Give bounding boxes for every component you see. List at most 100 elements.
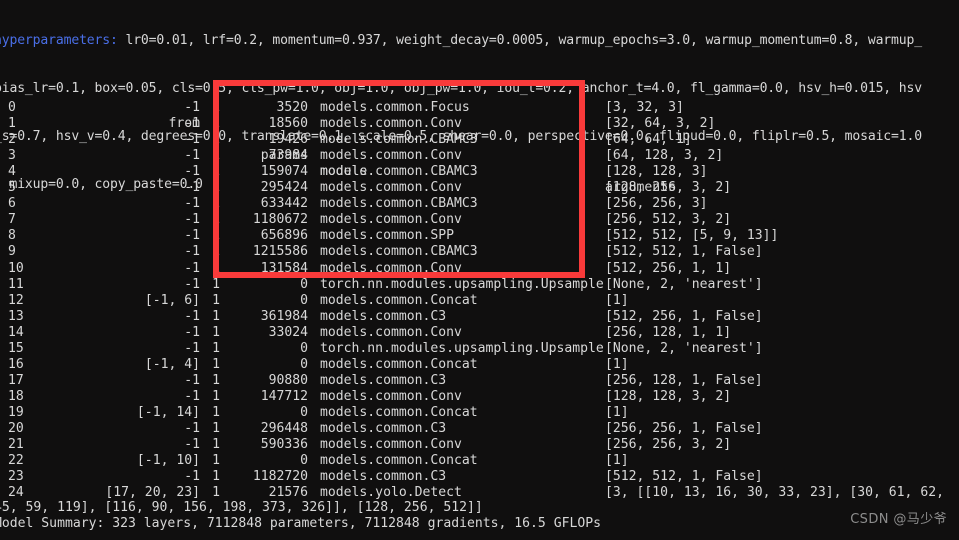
- cell-module: torch.nn.modules.upsampling.Upsample: [320, 276, 604, 292]
- cell-module: models.common.Concat: [320, 404, 478, 420]
- cell-n: 1: [212, 228, 220, 244]
- cell-index: 14: [8, 324, 24, 340]
- table-row: 14 -1 1 33024 models.common.Conv [256, 128, 1…: [0, 325, 959, 341]
- anchors-continuation-line: 45, 59, 119], [116, 90, 156, 198, 373, 3…: [0, 500, 483, 515]
- cell-index: 12: [8, 292, 24, 308]
- cell-arguments: [256, 512, 3, 2]: [605, 212, 732, 228]
- cell-n: 1: [212, 388, 220, 404]
- cell-from: [17, 20, 23]: [105, 485, 200, 501]
- cell-arguments: [128, 128, 3, 2]: [605, 388, 732, 404]
- table-rows-host: 0 -1 1 3520 models.common.Focus [3, 32, 3] 1 -1…: [0, 100, 959, 501]
- table-row: 0 -1 1 3520 models.common.Focus [3, 32, 3]: [0, 100, 959, 116]
- cell-n: 1: [212, 372, 220, 388]
- cell-index: 11: [8, 276, 24, 292]
- table-row: 4 -1 1 159074 models.common.CBAMC3 [128, 128,…: [0, 164, 959, 180]
- table-row: 2 -1 1 19426 models.common.CBAMC3 [64, 64, 1]: [0, 132, 959, 148]
- cell-index: 13: [8, 308, 24, 324]
- cell-params: 0: [300, 292, 308, 308]
- cell-n: 1: [212, 148, 220, 164]
- cell-index: 1: [8, 116, 16, 132]
- cell-from: -1: [184, 469, 200, 485]
- cell-module: models.common.Conv: [320, 324, 462, 340]
- cell-n: 1: [212, 100, 220, 116]
- cell-n: 1: [212, 420, 220, 436]
- cell-params: 73984: [268, 148, 308, 164]
- cell-from: -1: [184, 180, 200, 196]
- csdn-watermark: CSDN @马少爷: [850, 512, 947, 527]
- cell-arguments: [None, 2, 'nearest']: [605, 276, 763, 292]
- table-row: 9 -1 1 1215586 models.common.CBAMC3 [512, 512…: [0, 244, 959, 260]
- cell-module: models.common.CBAMC3: [320, 244, 478, 260]
- cell-index: 18: [8, 388, 24, 404]
- table-row: 3 -1 1 73984 models.common.Conv [64, 128, 3, …: [0, 148, 959, 164]
- cell-module: models.yolo.Detect: [320, 485, 462, 501]
- cell-from: -1: [184, 437, 200, 453]
- cell-from: -1: [184, 308, 200, 324]
- cell-index: 23: [8, 469, 24, 485]
- table-row: 5 -1 1 295424 models.common.Conv [128, 256, 3…: [0, 180, 959, 196]
- table-row: 21 -1 1 590336 models.common.Conv [256, 256, …: [0, 437, 959, 453]
- cell-module: models.common.Conv: [320, 180, 462, 196]
- table-row: 8 -1 1 656896 models.common.SPP [512, 512, [5…: [0, 228, 959, 244]
- cell-arguments: [512, 512, 1, False]: [605, 469, 763, 485]
- table-row: 16 [-1, 4] 1 0 models.common.Concat [1]: [0, 357, 959, 373]
- cell-arguments: [3, [[10, 13, 16, 30, 33, 23], [30, 61, …: [605, 485, 944, 501]
- cell-params: 19426: [268, 132, 308, 148]
- cell-params: 1182720: [252, 469, 308, 485]
- cell-n: 1: [212, 469, 220, 485]
- cell-n: 1: [212, 437, 220, 453]
- cell-params: 131584: [260, 260, 308, 276]
- cell-module: models.common.Conv: [320, 388, 462, 404]
- cell-n: 1: [212, 324, 220, 340]
- cell-module: models.common.C3: [320, 469, 447, 485]
- hyperparameters-key-label: hyperparameters:: [0, 33, 118, 48]
- cell-params: 633442: [260, 196, 308, 212]
- cell-n: 1: [212, 132, 220, 148]
- cell-module: models.common.C3: [320, 420, 447, 436]
- table-row: 24 [17, 20, 23] 1 21576 models.yolo.Detect [3…: [0, 485, 959, 501]
- cell-arguments: [1]: [605, 453, 629, 469]
- cell-from: -1: [184, 132, 200, 148]
- cell-index: 20: [8, 420, 24, 436]
- cell-index: 6: [8, 196, 16, 212]
- cell-arguments: [1]: [605, 404, 629, 420]
- cell-params: 1215586: [252, 244, 308, 260]
- cell-n: 1: [212, 164, 220, 180]
- cell-n: 1: [212, 356, 220, 372]
- cell-arguments: [512, 256, 1, False]: [605, 308, 763, 324]
- table-row: 15 -1 1 0 torch.nn.modules.upsampling.Upsamp…: [0, 341, 959, 357]
- cell-module: models.common.Conv: [320, 437, 462, 453]
- cell-params: 3520: [276, 100, 308, 116]
- cell-params: 0: [300, 340, 308, 356]
- cell-arguments: [256, 128, 1, 1]: [605, 324, 732, 340]
- cell-module: models.common.C3: [320, 372, 447, 388]
- cell-n: 1: [212, 116, 220, 132]
- cell-index: 5: [8, 180, 16, 196]
- cell-params: 1180672: [252, 212, 308, 228]
- cell-arguments: [128, 128, 3]: [605, 164, 708, 180]
- cell-arguments: [32, 64, 3, 2]: [605, 116, 716, 132]
- cell-arguments: [128, 256, 3, 2]: [605, 180, 732, 196]
- cell-from: -1: [184, 276, 200, 292]
- cell-params: 33024: [268, 324, 308, 340]
- table-row: 12 [-1, 6] 1 0 models.common.Concat [1]: [0, 293, 959, 309]
- cell-n: 1: [212, 308, 220, 324]
- table-row: 17 -1 1 90880 models.common.C3 [256, 128, 1, …: [0, 373, 959, 389]
- hyperparameters-line-1-values: lr0=0.01, lrf=0.2, momentum=0.937, weigh…: [117, 33, 922, 48]
- cell-arguments: [256, 256, 3, 2]: [605, 437, 732, 453]
- cell-n: 1: [212, 260, 220, 276]
- cell-arguments: [3, 32, 3]: [605, 100, 684, 116]
- table-row: 20 -1 1 296448 models.common.C3 [256, 256, 1,…: [0, 421, 959, 437]
- cell-params: 0: [300, 453, 308, 469]
- cell-module: models.common.Concat: [320, 292, 478, 308]
- table-row: 10 -1 1 131584 models.common.Conv [512, 256, …: [0, 261, 959, 277]
- table-header-row: from n params module arguments: [0, 84, 959, 195]
- table-row: 6 -1 1 633442 models.common.CBAMC3 [256, 256,…: [0, 196, 959, 212]
- cell-index: 10: [8, 260, 24, 276]
- cell-index: 19: [8, 404, 24, 420]
- table-row: 11 -1 1 0 torch.nn.modules.upsampling.Upsamp…: [0, 277, 959, 293]
- cell-index: 0: [8, 100, 16, 116]
- cell-from: -1: [184, 100, 200, 116]
- cell-module: models.common.C3: [320, 308, 447, 324]
- cell-from: -1: [184, 420, 200, 436]
